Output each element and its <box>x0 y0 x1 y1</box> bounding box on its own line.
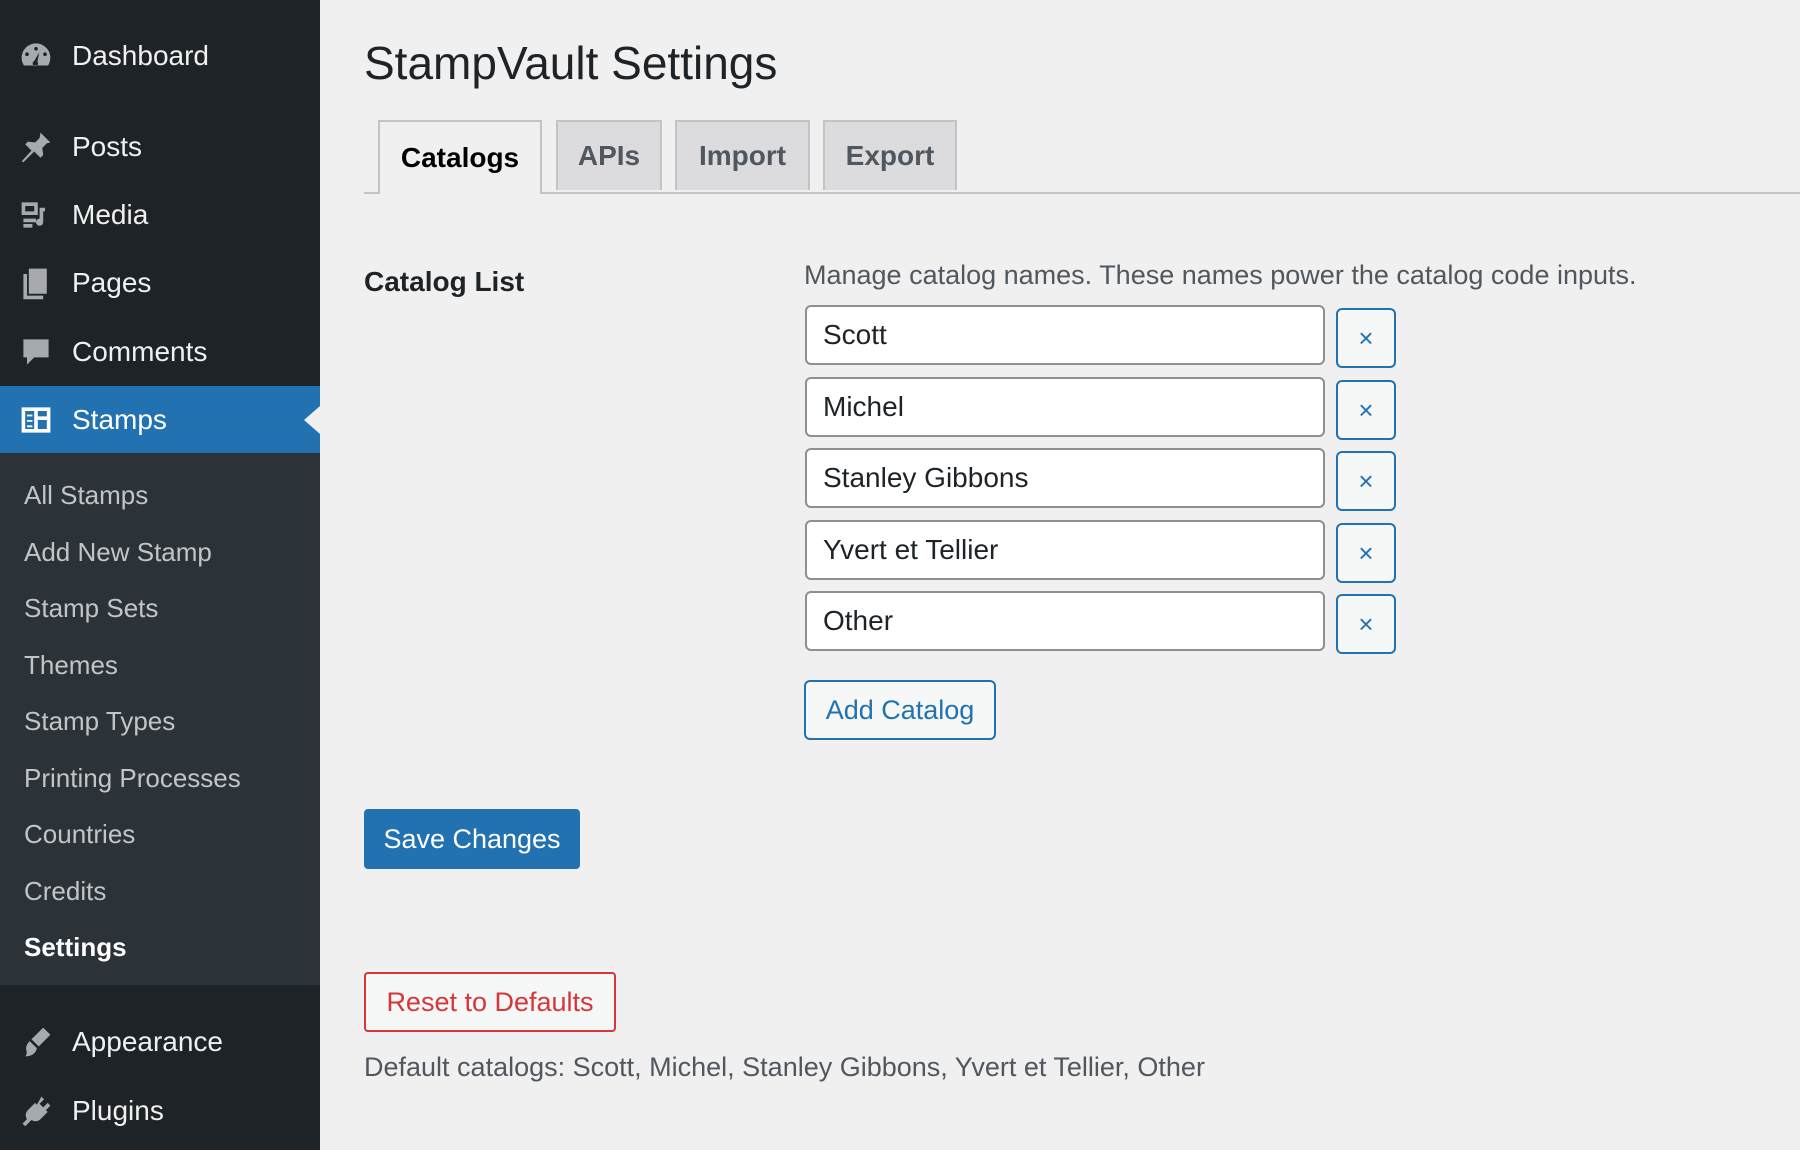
menu-label: Dashboard <box>72 40 209 71</box>
menu-item-comments[interactable]: Comments <box>0 318 320 386</box>
menu-item-pages[interactable]: Pages <box>0 249 320 317</box>
submenu-item-themes[interactable]: Themes <box>24 645 118 685</box>
defaults-note: Default catalogs: Scott, Michel, Stanley… <box>364 1052 1205 1082</box>
menu-item-media[interactable]: Media <box>0 181 320 249</box>
menu-item-plugins[interactable]: Plugins <box>0 1077 320 1145</box>
admin-sidebar: Dashboard Posts Media Pages Comments Sta… <box>0 0 320 1150</box>
menu-item-dashboard[interactable]: Dashboard <box>0 22 320 90</box>
stamps-submenu: All Stamps Add New Stamp Stamp Sets Them… <box>0 453 320 985</box>
table-icon <box>0 386 72 454</box>
add-catalog-button[interactable]: Add Catalog <box>804 680 996 740</box>
catalog-name-input[interactable] <box>805 520 1325 580</box>
remove-catalog-button[interactable]: × <box>1336 308 1396 368</box>
submenu-item-credits[interactable]: Credits <box>24 871 106 911</box>
submenu-item-settings[interactable]: Settings <box>24 927 127 967</box>
remove-catalog-button[interactable]: × <box>1336 451 1396 511</box>
menu-label: Pages <box>72 267 152 298</box>
field-description: Manage catalog names. These names power … <box>804 260 1637 290</box>
dashboard-icon <box>0 22 72 90</box>
reset-defaults-button[interactable]: Reset to Defaults <box>364 972 616 1032</box>
media-icon <box>0 181 72 249</box>
settings-tabs: Catalogs APIs Import Export <box>364 120 1800 194</box>
pages-icon <box>0 249 72 317</box>
menu-label: Plugins <box>72 1095 164 1126</box>
submenu-item-countries[interactable]: Countries <box>24 814 135 854</box>
tab-import[interactable]: Import <box>675 120 810 190</box>
plug-icon <box>0 1077 72 1145</box>
menu-label: Stamps <box>72 404 167 435</box>
submenu-item-stamp-types[interactable]: Stamp Types <box>24 701 175 741</box>
catalog-row: × <box>805 448 1405 511</box>
menu-label: Media <box>72 199 149 230</box>
menu-label: Comments <box>72 336 208 367</box>
submenu-item-stamp-sets[interactable]: Stamp Sets <box>24 588 158 628</box>
page-title: StampVault Settings <box>364 37 778 89</box>
tab-export[interactable]: Export <box>823 120 957 190</box>
submenu-item-all-stamps[interactable]: All Stamps <box>24 475 148 515</box>
catalog-name-input[interactable] <box>805 448 1325 508</box>
catalog-name-input[interactable] <box>805 377 1325 437</box>
menu-label: Posts <box>72 131 143 162</box>
comment-icon <box>0 318 72 386</box>
pushpin-icon <box>0 113 72 181</box>
catalog-row: × <box>805 591 1405 654</box>
submenu-item-printing-processes[interactable]: Printing Processes <box>24 758 241 798</box>
remove-catalog-button[interactable]: × <box>1336 380 1396 440</box>
remove-catalog-button[interactable]: × <box>1336 594 1396 654</box>
remove-catalog-button[interactable]: × <box>1336 523 1396 583</box>
catalog-row: × <box>805 377 1405 440</box>
menu-label: Appearance <box>72 1026 224 1057</box>
submenu-item-add-new-stamp[interactable]: Add New Stamp <box>24 532 212 572</box>
save-changes-button[interactable]: Save Changes <box>364 809 580 869</box>
tab-catalogs[interactable]: Catalogs <box>378 120 542 194</box>
paintbrush-icon <box>0 1008 72 1076</box>
menu-item-appearance[interactable]: Appearance <box>0 1008 320 1076</box>
catalog-name-input[interactable] <box>805 591 1325 651</box>
menu-item-stamps[interactable]: Stamps <box>0 386 320 454</box>
catalog-row: × <box>805 520 1405 583</box>
catalog-name-input[interactable] <box>805 305 1325 365</box>
tab-apis[interactable]: APIs <box>556 120 662 190</box>
catalog-row: × <box>805 305 1405 368</box>
menu-item-posts[interactable]: Posts <box>0 113 320 181</box>
section-label: Catalog List <box>364 266 525 297</box>
